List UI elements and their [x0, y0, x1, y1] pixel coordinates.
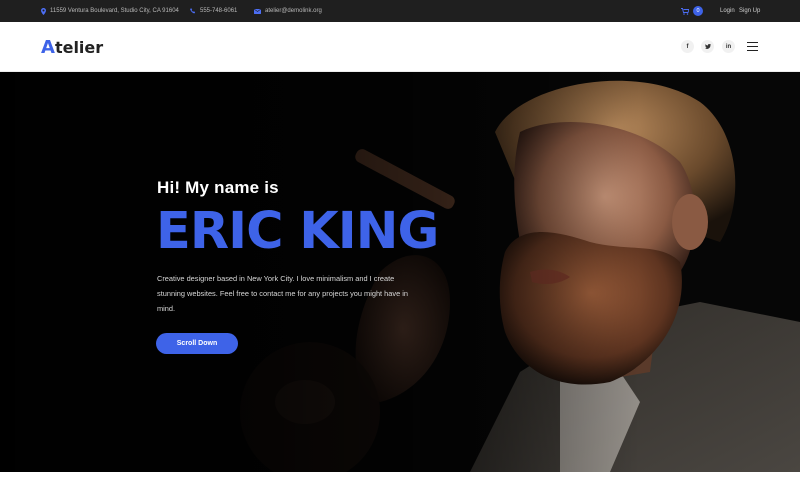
hero-description: Creative designer based in New York City… [157, 274, 409, 313]
email-item[interactable]: atelier@demolink.org [254, 0, 322, 22]
location-pin-icon [41, 7, 46, 15]
logo-text: telier [54, 37, 104, 57]
hero-section: Hi! My name is ERIC KING Creative design… [0, 72, 800, 472]
email-text: atelier@demolink.org [265, 8, 322, 14]
cart-icon [681, 7, 689, 15]
cart-count-badge: 0 [693, 6, 703, 16]
page-bottom-area [0, 472, 800, 500]
mail-icon [254, 8, 261, 14]
signup-link[interactable]: Sign Up [739, 0, 760, 22]
hero-greeting: Hi! My name is [157, 178, 279, 197]
scroll-down-button[interactable]: Scroll Down [156, 333, 238, 354]
linkedin-icon[interactable]: in [722, 40, 735, 53]
phone-icon [190, 8, 196, 14]
site-logo[interactable]: Atelier [41, 35, 103, 59]
hamburger-menu-icon[interactable] [747, 42, 758, 51]
phone-text: 555-748-6061 [200, 8, 238, 14]
top-info-bar: 11559 Ventura Boulevard, Studio City, CA… [0, 0, 800, 22]
twitter-icon[interactable] [701, 40, 714, 53]
address-text: 11559 Ventura Boulevard, Studio City, CA… [50, 8, 179, 14]
phone-item[interactable]: 555-748-6061 [190, 0, 237, 22]
login-link[interactable]: Login [720, 0, 735, 22]
site-header: Atelier f in [0, 22, 800, 72]
facebook-icon[interactable]: f [681, 40, 694, 53]
cart-button[interactable]: 0 [681, 0, 703, 22]
hero-name: ERIC KING [156, 202, 439, 261]
address-item: 11559 Ventura Boulevard, Studio City, CA… [41, 0, 179, 22]
logo-mark: A [41, 36, 55, 58]
